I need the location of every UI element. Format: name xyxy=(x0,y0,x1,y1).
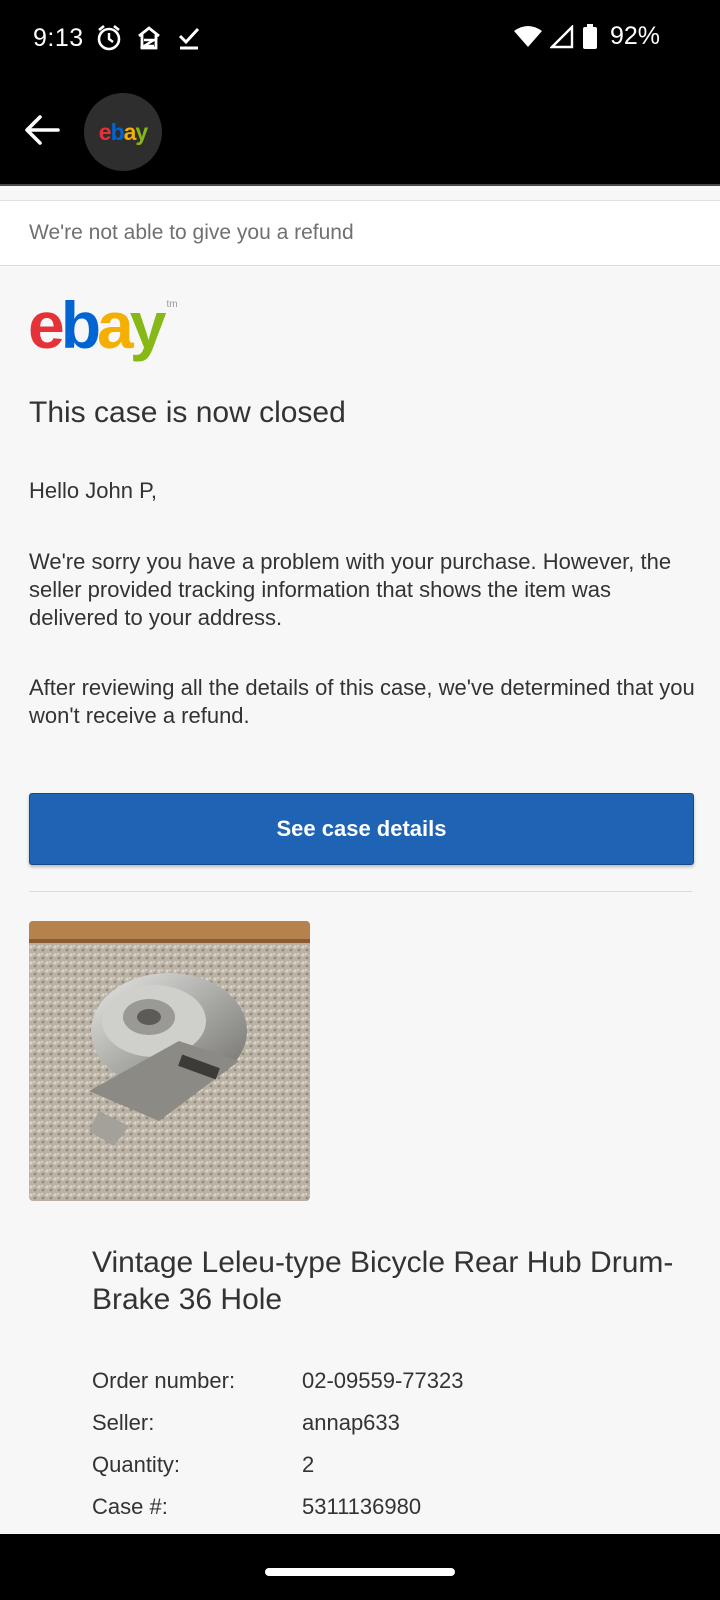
battery-percent: 92% xyxy=(609,22,660,50)
arrow-left-icon[interactable] xyxy=(22,110,62,150)
detail-label: Case #: xyxy=(92,1494,168,1519)
detail-row-seller: Seller: annap633 xyxy=(92,1402,692,1444)
zillow-icon xyxy=(138,26,160,50)
detail-row-quantity: Quantity: 2 xyxy=(92,1444,692,1486)
navigation-bar xyxy=(0,1534,720,1600)
status-bar: 9:13 92% xyxy=(0,0,720,80)
case-heading: This case is now closed xyxy=(29,396,346,429)
status-time: 9:13 xyxy=(33,24,84,52)
check-icon xyxy=(178,27,200,50)
order-details: Order number: 02-09559-77323 Seller: ann… xyxy=(92,1360,692,1528)
detail-row-order-number: Order number: 02-09559-77323 xyxy=(92,1360,692,1402)
item-title[interactable]: Vintage Leleu-type Bicycle Rear Hub Drum… xyxy=(92,1244,692,1318)
section-divider xyxy=(29,891,692,892)
wifi-icon xyxy=(513,25,542,47)
status-icons-right: 92% xyxy=(513,22,660,51)
detail-label: Quantity: xyxy=(92,1452,181,1477)
detail-label: Order number: xyxy=(92,1368,236,1393)
ebay-logo: ebay tm xyxy=(28,288,178,362)
avatar-ebay-logo: ebay xyxy=(98,118,148,145)
body-paragraph-1: We're sorry you have a problem with your… xyxy=(29,549,672,630)
email-content[interactable]: We're not able to give you a refund ebay… xyxy=(0,186,720,1534)
detail-value: 02-09559-77323 xyxy=(302,1368,464,1393)
detail-value: 2 xyxy=(302,1452,315,1477)
detail-value: 5311136980 xyxy=(302,1494,422,1519)
detail-value: annap633 xyxy=(302,1410,400,1435)
app-header: ebay xyxy=(0,80,720,184)
detail-row-case-number: Case #: 5311136980 xyxy=(92,1486,692,1528)
status-icons-left xyxy=(96,24,202,52)
subject-bar: We're not able to give you a refund xyxy=(0,200,720,266)
battery-icon xyxy=(582,23,597,49)
detail-label: Seller: xyxy=(92,1410,155,1435)
greeting: Hello John P, xyxy=(29,478,158,503)
item-photo[interactable] xyxy=(29,921,310,1201)
email-subject: We're not able to give you a refund xyxy=(29,221,354,244)
body-paragraph-2: After reviewing all the details of this … xyxy=(29,675,695,728)
alarm-icon xyxy=(97,24,121,51)
cell-signal-icon xyxy=(549,24,574,48)
see-case-details-button[interactable]: See case details xyxy=(29,793,694,865)
sender-avatar[interactable]: ebay xyxy=(84,93,162,171)
home-gesture-handle[interactable] xyxy=(265,1568,455,1576)
